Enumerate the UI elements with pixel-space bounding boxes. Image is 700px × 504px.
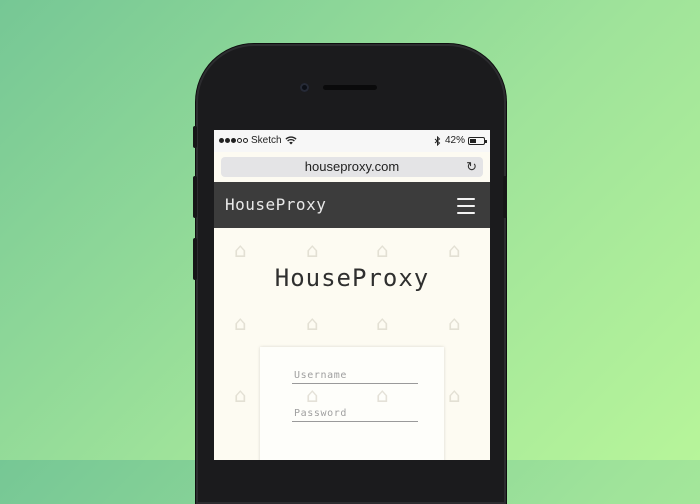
- site-navbar: HouseProxy: [214, 182, 490, 228]
- front-camera: [300, 83, 309, 92]
- house-bg-icon: ⌂: [306, 311, 319, 335]
- phone-volume-down: [193, 238, 197, 280]
- signal-strength-icon: [219, 138, 248, 143]
- navbar-brand[interactable]: HouseProxy: [225, 195, 326, 214]
- house-bg-icon: ⌂: [234, 238, 247, 262]
- hamburger-menu-icon[interactable]: [457, 198, 475, 214]
- house-bg-icon: ⌂: [306, 383, 319, 407]
- house-bg-icon: ⌂: [448, 311, 461, 335]
- phone-side-button: [193, 126, 197, 148]
- password-input[interactable]: [292, 407, 418, 422]
- status-bar: Sketch 42%: [214, 130, 490, 152]
- phone-volume-up: [193, 176, 197, 218]
- house-bg-icon: ⌂: [376, 311, 389, 335]
- reload-icon[interactable]: ↻: [466, 157, 477, 177]
- house-bg-icon: ⌂: [376, 238, 389, 262]
- house-bg-icon: ⌂: [234, 383, 247, 407]
- phone-screen: Sketch 42% houseproxy.com ↻ HouseProxy ⌂…: [214, 130, 490, 460]
- house-bg-icon: ⌂: [234, 311, 247, 335]
- url-text: houseproxy.com: [304, 159, 400, 174]
- login-card: ⌂ ⌂: [260, 347, 444, 460]
- bluetooth-icon: [434, 135, 441, 146]
- url-bar[interactable]: houseproxy.com ↻: [221, 157, 483, 177]
- hero-title: HouseProxy: [274, 264, 430, 292]
- battery-percent: 42%: [444, 135, 465, 146]
- username-input[interactable]: [292, 369, 418, 384]
- earpiece-speaker: [323, 85, 377, 90]
- house-bg-icon: ⌂: [448, 383, 461, 407]
- phone-power-button: [503, 176, 507, 218]
- house-bg-icon: ⌂: [306, 238, 319, 262]
- wifi-icon: [285, 136, 297, 145]
- house-bg-icon: ⌂: [448, 238, 461, 262]
- battery-icon: [468, 136, 487, 145]
- carrier-name: Sketch: [251, 135, 282, 146]
- house-bg-icon: ⌂: [376, 383, 389, 407]
